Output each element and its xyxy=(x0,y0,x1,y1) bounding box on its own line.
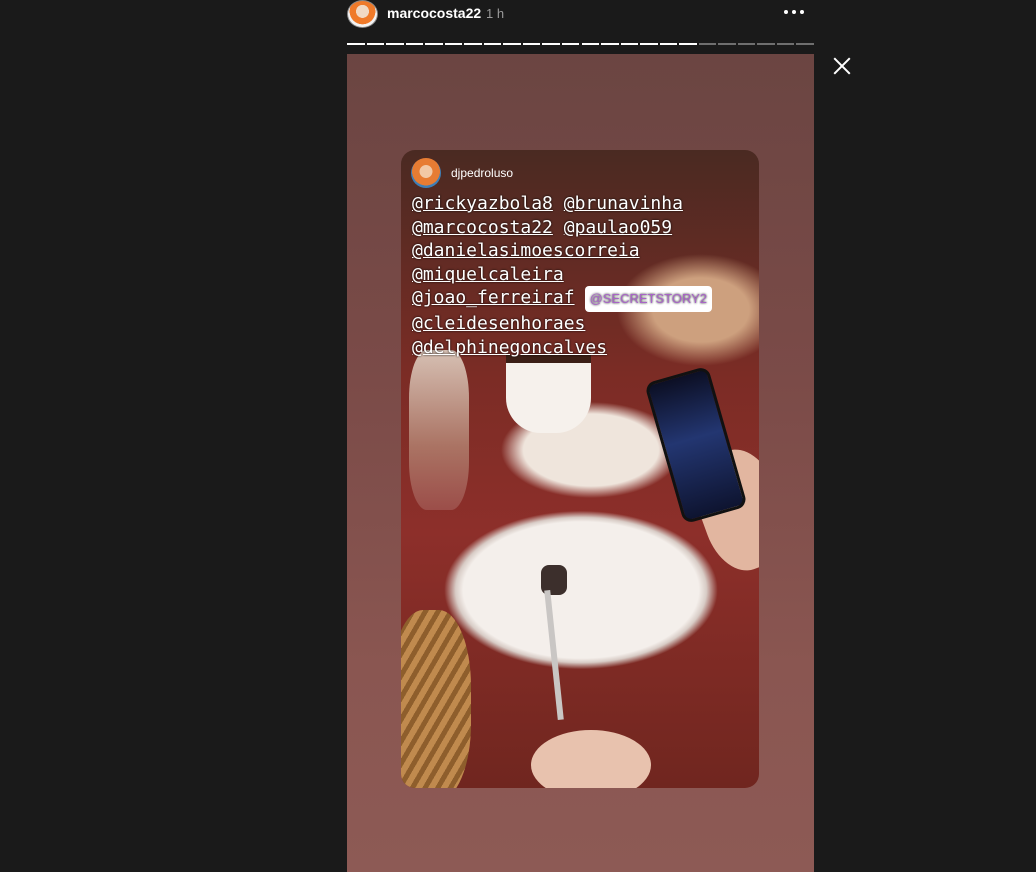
story-header: marcocosta22 1 h xyxy=(347,0,814,28)
progress-segment xyxy=(620,43,639,45)
mention-line: @miquelcaleira xyxy=(412,263,712,287)
mention-link[interactable]: @paulao059 xyxy=(564,217,672,238)
progress-segment xyxy=(503,43,521,45)
story-progress-bar xyxy=(347,43,814,46)
progress-segment xyxy=(601,43,619,45)
username[interactable]: marcocosta22 xyxy=(387,5,481,21)
progress-segment xyxy=(581,43,600,45)
progress-segment xyxy=(522,43,541,45)
mention-line: @cleidesenhoraes xyxy=(412,312,712,336)
progress-segment xyxy=(444,43,463,45)
mention-line: @danielasimoescorreia xyxy=(412,239,712,263)
shared-story-image: djpedroluso @rickyazbola8 @brunavinha @ma… xyxy=(401,150,759,788)
story-media[interactable]: djpedroluso @rickyazbola8 @brunavinha @ma… xyxy=(347,54,814,872)
close-icon[interactable] xyxy=(829,53,855,79)
phone xyxy=(644,365,748,525)
progress-segment xyxy=(483,43,502,45)
progress-segment xyxy=(561,43,580,45)
more-options-icon[interactable] xyxy=(782,2,806,22)
mention-line: @joao_ferreiraf @SECRETSTORY2 xyxy=(412,286,713,312)
progress-segment xyxy=(698,43,717,45)
glass xyxy=(409,350,469,510)
mention-link[interactable]: @brunavinha xyxy=(564,193,683,214)
mention-line: @rickyazbola8 @brunavinha xyxy=(412,192,712,216)
progress-segment xyxy=(776,43,795,45)
mention-line: @delphinegoncalves xyxy=(412,336,712,360)
progress-segment xyxy=(737,43,756,45)
avatar[interactable] xyxy=(347,0,378,28)
progress-segment xyxy=(425,43,443,45)
progress-segment xyxy=(640,43,658,45)
mentions-list: @rickyazbola8 @brunavinha @marcocosta22 @… xyxy=(412,192,713,360)
progress-segment xyxy=(366,43,385,45)
progress-segment xyxy=(464,43,482,45)
bread-basket xyxy=(401,610,471,788)
mention-link[interactable]: @marcocosta22 xyxy=(412,217,553,238)
shared-username[interactable]: djpedroluso xyxy=(451,166,513,180)
mention-link[interactable]: @miquelcaleira xyxy=(412,264,564,285)
progress-segment xyxy=(405,43,424,45)
progress-segment xyxy=(679,43,697,45)
mention-link[interactable]: @cleidesenhoraes xyxy=(412,313,585,334)
timestamp: 1 h xyxy=(486,6,505,21)
hand xyxy=(531,730,651,788)
fork xyxy=(544,590,564,720)
mention-link[interactable]: @joao_ferreiraf xyxy=(412,287,575,308)
progress-segment xyxy=(796,43,814,45)
shared-user-avatar[interactable] xyxy=(411,158,441,188)
mention-link[interactable]: @danielasimoescorreia xyxy=(412,240,640,261)
mention-line: @marcocosta22 @paulao059 xyxy=(412,216,712,240)
cup xyxy=(506,355,591,433)
progress-segment xyxy=(659,43,678,45)
secretstory-sticker[interactable]: @SECRETSTORY2 xyxy=(584,286,713,312)
progress-segment xyxy=(347,43,365,45)
mention-link[interactable]: @rickyazbola8 xyxy=(412,193,553,214)
progress-segment xyxy=(718,43,736,45)
mention-link[interactable]: @delphinegoncalves xyxy=(412,337,607,358)
progress-segment xyxy=(542,43,560,45)
progress-segment xyxy=(757,43,775,45)
progress-segment xyxy=(386,43,404,45)
